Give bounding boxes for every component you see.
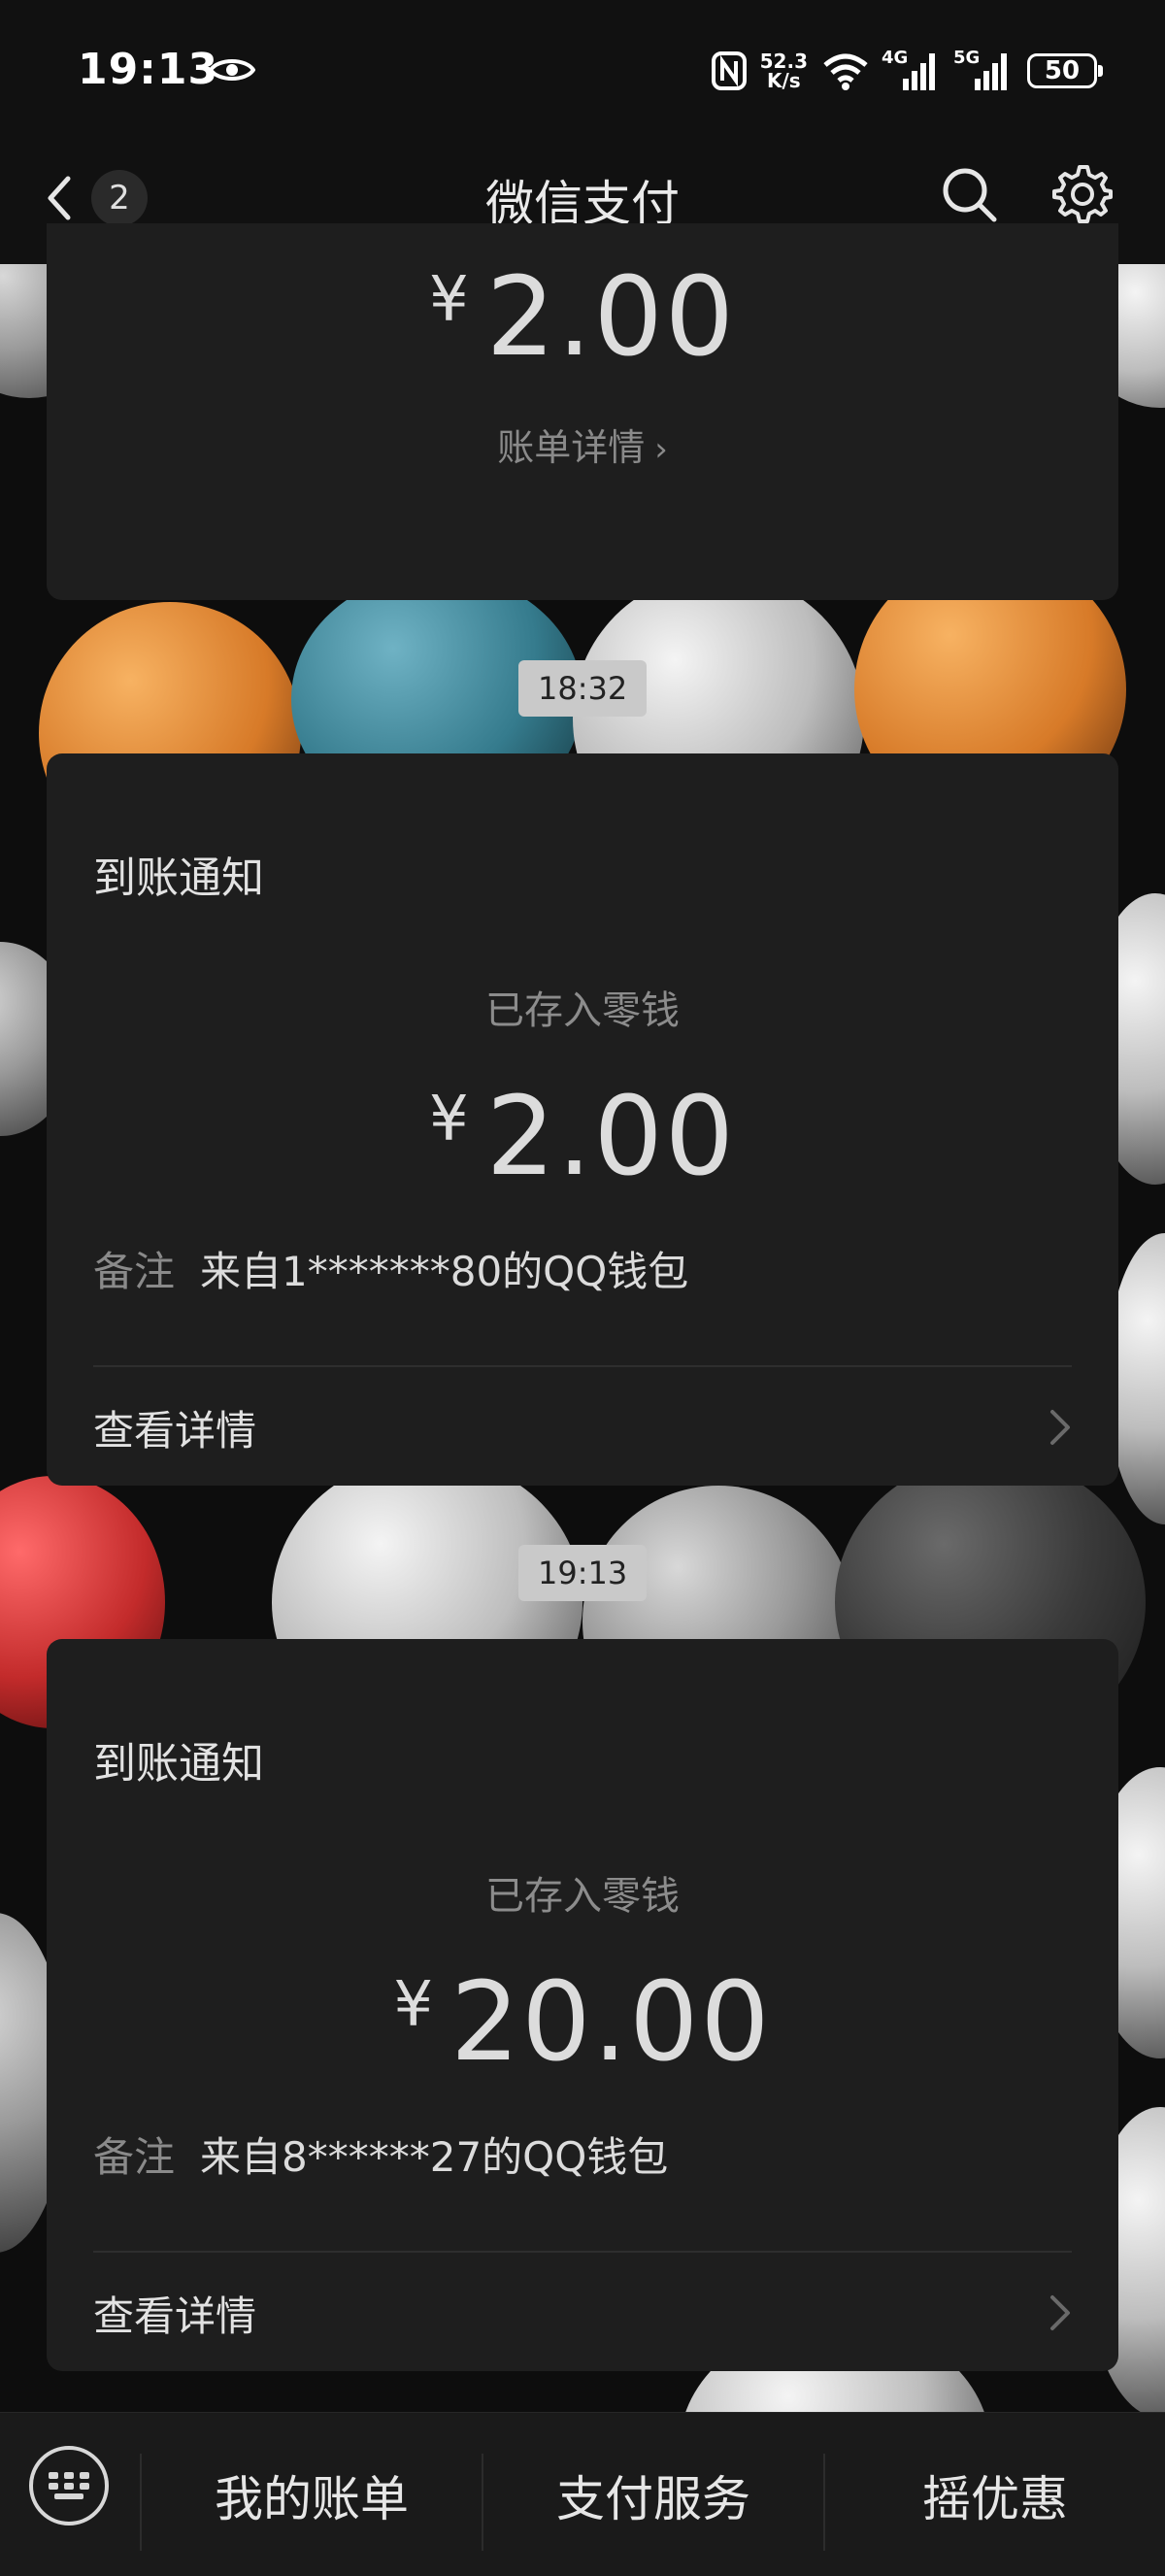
remark-row: 备注 来自1*******80的QQ钱包 (93, 1239, 688, 1298)
chevron-right-icon: › (654, 430, 668, 469)
view-details-label: 查看详情 (93, 1406, 257, 1455)
nfc-icon (711, 51, 747, 90)
remark-value: 来自8******27的QQ钱包 (200, 2133, 669, 2181)
keyboard-toggle-button[interactable] (29, 2446, 109, 2526)
menu-my-bills[interactable]: 我的账单 (142, 2452, 482, 2539)
currency-symbol: ¥ (393, 1969, 434, 2041)
eye-icon (209, 59, 255, 81)
payment-card-3[interactable]: 到账通知 已存入零钱 ¥20.00 备注 来自8******27的QQ钱包 查看详… (47, 1639, 1118, 2371)
card-title: 到账通知 (93, 853, 264, 903)
payment-amount: ¥2.00 (47, 254, 1118, 381)
gear-icon[interactable] (1050, 161, 1115, 225)
remark-label: 备注 (93, 1248, 176, 1295)
status-time: 19:13 (78, 45, 219, 94)
remark-label: 备注 (93, 2133, 176, 2181)
status-bar: 19:13 52.3 K/s 4G 5G 50 (0, 0, 1165, 146)
amount-value: 2.00 (485, 254, 737, 381)
timestamp-chip: 19:13 (518, 1545, 648, 1601)
network-speed-value: 52.3 (759, 50, 808, 73)
payment-amount: ¥20.00 (47, 1959, 1118, 2086)
currency-symbol: ¥ (428, 1084, 469, 1155)
payment-card-1: ¥2.00 账单详情 › (47, 223, 1118, 600)
divider (93, 2251, 1072, 2253)
card-subtitle: 已存入零钱 (485, 1874, 680, 1919)
signal-5g-icon: 5G (953, 48, 1014, 90)
payment-card-2[interactable]: 到账通知 已存入零钱 ¥2.00 备注 来自1*******80的QQ钱包 查看详… (47, 753, 1118, 1486)
remark-row: 备注 来自8******27的QQ钱包 (93, 2124, 668, 2184)
bill-detail-label: 账单详情 (497, 426, 646, 469)
wifi-icon (823, 53, 868, 90)
signal-5g-label: 5G (953, 48, 981, 68)
divider (93, 1365, 1072, 1367)
chevron-right-icon (1050, 1410, 1070, 1445)
keyboard-icon (49, 2472, 89, 2499)
currency-symbol: ¥ (428, 264, 469, 336)
bill-detail-link[interactable]: 账单详情 › (47, 418, 1118, 471)
chevron-right-icon (1050, 2295, 1070, 2330)
payment-amount: ¥2.00 (47, 1074, 1118, 1200)
menu-shake-deals[interactable]: 摇优惠 (825, 2452, 1165, 2539)
battery-icon: 50 (1027, 53, 1103, 88)
view-details-row[interactable]: 查看详情 (93, 2274, 1072, 2352)
bottom-menu-bar: 我的账单 支付服务 摇优惠 (0, 2412, 1165, 2576)
signal-4g-icon: 4G (882, 48, 942, 90)
amount-value: 2.00 (485, 1074, 737, 1200)
status-icons: 52.3 K/s 4G 5G 50 (711, 48, 1103, 93)
view-details-row[interactable]: 查看详情 (93, 1388, 1072, 1466)
network-speed-unit: K/s (766, 69, 801, 92)
remark-value: 来自1*******80的QQ钱包 (200, 1248, 689, 1295)
amount-value: 20.00 (450, 1959, 772, 2086)
search-icon[interactable] (938, 163, 1000, 225)
card-subtitle: 已存入零钱 (485, 988, 680, 1033)
network-speed: 52.3 K/s (760, 51, 808, 90)
card-title: 到账通知 (93, 1739, 264, 1789)
battery-level: 50 (1044, 56, 1081, 85)
menu-payment-services[interactable]: 支付服务 (483, 2452, 823, 2539)
signal-4g-label: 4G (882, 48, 909, 68)
view-details-label: 查看详情 (93, 2292, 257, 2340)
timestamp-chip: 18:32 (518, 660, 648, 717)
